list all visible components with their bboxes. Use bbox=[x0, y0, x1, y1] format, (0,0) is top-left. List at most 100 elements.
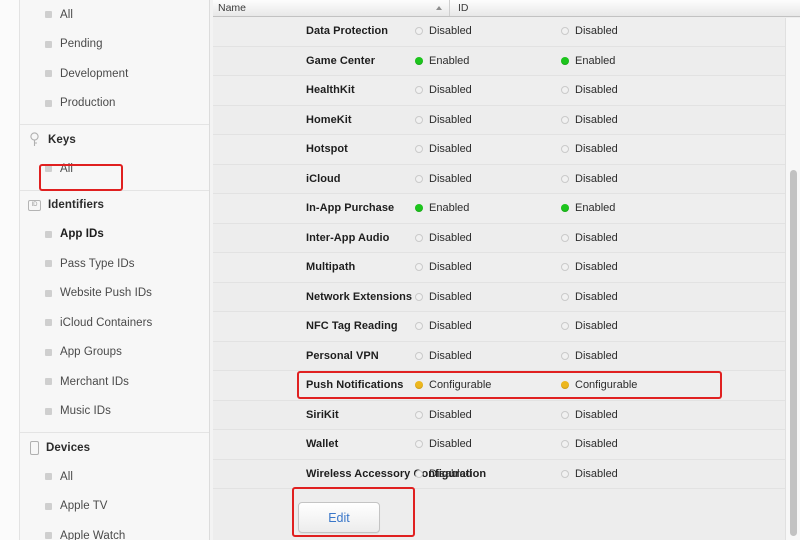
table-row[interactable]: In-App Purchase Enabled Enabled bbox=[210, 194, 800, 224]
table-body: Data Protection Disabled Disabled Game Cent… bbox=[210, 17, 800, 489]
edit-button[interactable]: Edit bbox=[298, 502, 380, 533]
sidebar-item-app-ids[interactable]: App IDs bbox=[20, 220, 209, 250]
table-row[interactable]: Network Extensions Disabled Disabled bbox=[210, 282, 800, 312]
column-header-id[interactable]: ID bbox=[450, 0, 800, 16]
cell-status-id: Disabled bbox=[561, 468, 707, 480]
sidebar-item-apple-tv[interactable]: Apple TV bbox=[20, 492, 209, 522]
sidebar-item-apple-watch[interactable]: Apple Watch bbox=[20, 521, 209, 540]
table-row[interactable]: Data Protection Disabled Disabled bbox=[210, 17, 800, 47]
status-label: Disabled bbox=[575, 231, 618, 244]
sidebar-bullet-icon bbox=[45, 532, 52, 540]
sidebar-bullet-icon bbox=[45, 40, 52, 48]
app-window: All Pending Development Production Keys All ID… bbox=[0, 0, 800, 540]
cell-status-name: Disabled bbox=[415, 438, 561, 450]
status-label: Disabled bbox=[575, 84, 618, 97]
sidebar-bullet-icon bbox=[45, 502, 52, 510]
table-row[interactable]: NFC Tag Reading Disabled Disabled bbox=[210, 312, 800, 342]
cell-status-name: Disabled bbox=[415, 409, 561, 421]
sidebar: All Pending Development Production Keys All ID… bbox=[20, 0, 210, 540]
sidebar-item-merchant-ids[interactable]: Merchant IDs bbox=[20, 367, 209, 397]
status-dot-enabled-icon bbox=[561, 56, 569, 65]
cell-status-name: Disabled bbox=[415, 468, 561, 480]
sidebar-item-music-ids[interactable]: Music IDs bbox=[20, 397, 209, 427]
sidebar-item-production[interactable]: Production bbox=[20, 89, 209, 119]
window-left-gutter bbox=[0, 0, 20, 540]
sidebar-bullet-icon bbox=[45, 289, 52, 297]
status-dot-disabled-icon bbox=[561, 440, 569, 449]
status-dot-disabled-icon bbox=[415, 27, 423, 36]
status-dot-disabled-icon bbox=[415, 440, 423, 449]
sidebar-item-pass-type-ids[interactable]: Pass Type IDs bbox=[20, 249, 209, 279]
table-row[interactable]: Multipath Disabled Disabled bbox=[210, 253, 800, 283]
sidebar-group-label: Identifiers bbox=[48, 199, 105, 211]
table-row[interactable]: Inter-App Audio Disabled Disabled bbox=[210, 223, 800, 253]
device-icon bbox=[30, 440, 39, 455]
status-label: Disabled bbox=[575, 172, 618, 185]
column-header-name-label: Name bbox=[218, 2, 247, 14]
sidebar-item-all[interactable]: All bbox=[20, 462, 209, 492]
sidebar-item-pending[interactable]: Pending bbox=[20, 30, 209, 60]
cell-status-id: Disabled bbox=[561, 25, 707, 37]
status-label: Disabled bbox=[575, 290, 618, 303]
vertical-scrollbar-thumb[interactable] bbox=[790, 170, 797, 536]
table-row[interactable]: Wireless Accessory Configuration Disabled… bbox=[210, 459, 800, 489]
status-dot-enabled-icon bbox=[415, 56, 423, 65]
status-dot-disabled-icon bbox=[561, 263, 569, 272]
column-header-id-label: ID bbox=[458, 2, 469, 14]
status-label: Disabled bbox=[429, 143, 472, 156]
table-row[interactable]: SiriKit Disabled Disabled bbox=[210, 400, 800, 430]
status-dot-disabled-icon bbox=[561, 233, 569, 242]
status-label: Enabled bbox=[429, 54, 470, 67]
sidebar-item-app-groups[interactable]: App Groups bbox=[20, 338, 209, 368]
status-dot-disabled-icon bbox=[415, 351, 423, 360]
cell-feature-name: Data Protection bbox=[306, 25, 389, 38]
status-label: Disabled bbox=[575, 320, 618, 333]
table-row[interactable]: HomeKit Disabled Disabled bbox=[210, 105, 800, 135]
sidebar-item-icloud-containers[interactable]: iCloud Containers bbox=[20, 308, 209, 338]
cell-status-id: Disabled bbox=[561, 350, 707, 362]
sidebar-item-development[interactable]: Development bbox=[20, 59, 209, 89]
cell-status-id: Disabled bbox=[561, 114, 707, 126]
sidebar-item-all[interactable]: All bbox=[20, 154, 209, 184]
status-label: Disabled bbox=[575, 408, 618, 421]
status-label: Disabled bbox=[429, 231, 472, 244]
table-footer: Edit bbox=[210, 489, 800, 540]
sidebar-item-label: All bbox=[60, 162, 73, 175]
status-label: Configurable bbox=[429, 379, 492, 392]
cell-feature-name: In-App Purchase bbox=[306, 202, 395, 215]
status-dot-disabled-icon bbox=[415, 86, 423, 95]
status-dot-disabled-icon bbox=[561, 410, 569, 419]
table-row[interactable]: Hotspot Disabled Disabled bbox=[210, 135, 800, 165]
table-row[interactable]: Wallet Disabled Disabled bbox=[210, 430, 800, 460]
sidebar-group-identifiers: ID Identifiers bbox=[20, 189, 209, 220]
cell-status-name: Configurable bbox=[415, 379, 561, 391]
status-label: Disabled bbox=[575, 113, 618, 126]
sidebar-bullet-icon bbox=[45, 165, 52, 173]
status-dot-disabled-icon bbox=[561, 145, 569, 154]
sidebar-item-label: Pass Type IDs bbox=[60, 257, 135, 270]
table-row[interactable]: Personal VPN Disabled Disabled bbox=[210, 341, 800, 371]
sidebar-group-label: Keys bbox=[48, 133, 76, 146]
cell-status-name: Disabled bbox=[415, 350, 561, 362]
vertical-scrollbar[interactable] bbox=[785, 18, 800, 540]
table-row[interactable]: Game Center Enabled Enabled bbox=[210, 46, 800, 76]
cell-feature-name: Wallet bbox=[306, 438, 339, 451]
status-dot-disabled-icon bbox=[415, 410, 423, 419]
cell-feature-name: Game Center bbox=[306, 54, 376, 67]
cell-status-name: Disabled bbox=[415, 291, 561, 303]
table-row[interactable]: iCloud Disabled Disabled bbox=[210, 164, 800, 194]
table-row[interactable]: Push Notifications Configurable Configurab… bbox=[210, 371, 800, 401]
cell-status-id: Disabled bbox=[561, 438, 707, 450]
column-header-name[interactable]: Name bbox=[210, 0, 450, 16]
sidebar-bullet-icon bbox=[45, 70, 52, 78]
sidebar-item-website-push-ids[interactable]: Website Push IDs bbox=[20, 279, 209, 309]
sidebar-item-label: Apple Watch bbox=[60, 529, 126, 540]
sidebar-item-label: Merchant IDs bbox=[60, 375, 129, 388]
status-label: Disabled bbox=[575, 467, 618, 480]
cell-feature-name: HealthKit bbox=[306, 84, 355, 97]
status-label: Configurable bbox=[575, 379, 638, 392]
status-label: Disabled bbox=[429, 172, 472, 185]
status-dot-disabled-icon bbox=[561, 174, 569, 183]
table-row[interactable]: HealthKit Disabled Disabled bbox=[210, 76, 800, 106]
sidebar-item-all[interactable]: All bbox=[20, 0, 209, 30]
